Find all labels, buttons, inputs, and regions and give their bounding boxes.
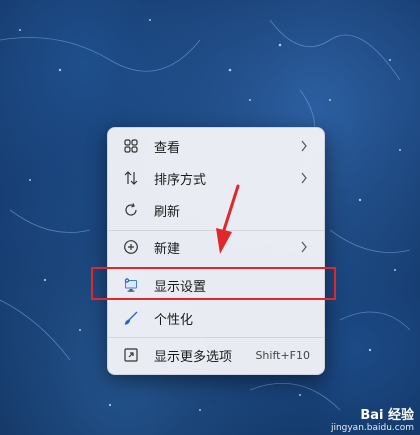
chevron-right-icon — [300, 137, 310, 156]
menu-item-label: 查看 — [154, 140, 181, 156]
menu-item-view[interactable]: 查看 — [112, 132, 320, 160]
watermark: Bai 经验 jingyan.baidu.com — [331, 404, 414, 433]
chevron-right-icon — [300, 169, 310, 188]
menu-item-personalize[interactable]: 个性化 — [112, 304, 320, 332]
shortcut-text: Shift+F10 — [255, 348, 310, 362]
sort-icon — [122, 169, 140, 187]
personalize-brush-icon — [122, 309, 140, 327]
watermark-brand: Bai 经验 — [360, 408, 414, 423]
refresh-icon — [122, 201, 140, 219]
pointer-arrow-icon — [216, 184, 240, 254]
view-grid-icon — [122, 137, 140, 155]
chevron-right-icon — [300, 238, 310, 257]
menu-item-label: 个性化 — [154, 312, 194, 328]
new-plus-icon — [122, 238, 140, 256]
more-options-icon — [122, 346, 140, 364]
menu-item-show-more-options[interactable]: 显示更多选项 Shift+F10 — [112, 341, 320, 369]
watermark-url: jingyan.baidu.com — [330, 423, 414, 433]
menu-separator — [108, 337, 324, 338]
highlight-box — [91, 267, 336, 300]
menu-item-label: 显示更多选项 — [154, 349, 233, 365]
